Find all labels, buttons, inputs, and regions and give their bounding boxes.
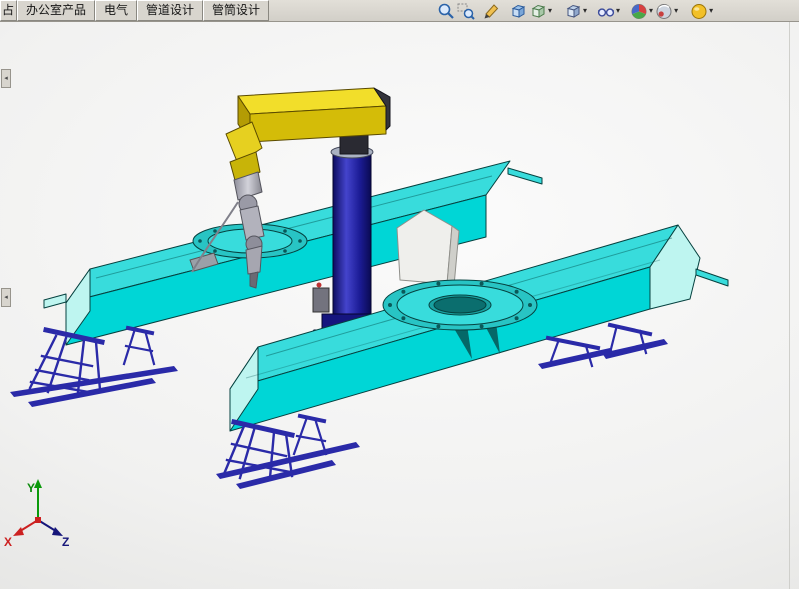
zoom-to-area-button[interactable] [456,1,476,21]
tab-piping-design[interactable]: 管道设计 [137,0,203,21]
command-toolbar: 占 办公室产品 电气 管道设计 管筒设计 [0,0,799,22]
column-motor [313,288,329,312]
apply-scene-button[interactable]: ▾ [654,1,679,21]
view-toolbar: ▾ ▾ ▾ [436,0,714,21]
view-orientation-icon [509,2,527,20]
section-view-button[interactable] [482,1,502,21]
panel-toggle-bottom[interactable]: ◂ [1,288,11,307]
far-beam-fin [508,168,542,184]
zoom-to-area-icon [457,2,475,20]
triad-z-label: Z [62,535,69,549]
tab-office-products[interactable]: 办公室产品 [17,0,95,21]
tab-tubing-design[interactable]: 管筒设计 [203,0,269,21]
view-cube-icon [564,2,582,20]
dropdown-arrow-icon: ▾ [709,7,713,15]
view-settings-icon [690,2,708,20]
trestle-far-left[interactable] [10,330,178,407]
trestle-near-left[interactable] [216,422,360,489]
dropdown-arrow-icon: ▾ [616,7,620,15]
near-beam-ring[interactable] [383,280,537,330]
dropdown-arrow-icon: ▾ [674,7,678,15]
dropdown-arrow-icon: ▾ [583,7,587,15]
apply-scene-icon [655,2,673,20]
tab-electrical[interactable]: 电气 [95,0,137,21]
command-tabs: 占 办公室产品 电气 管道设计 管筒设计 [0,0,269,21]
triad-x-label: X [4,535,12,549]
orientation-triad: Y X Z [4,479,69,549]
view-cube-button[interactable]: ▾ [563,1,588,21]
zoom-to-fit-button[interactable] [436,1,456,21]
near-beam-fin [696,269,728,286]
dropdown-arrow-icon: ▾ [548,7,552,15]
triad-y-label: Y [27,481,35,495]
zoom-to-fit-icon [437,2,455,20]
dropdown-arrow-icon: ▾ [649,7,653,15]
hide-show-items-icon [597,2,615,20]
robot-tool-tip [250,272,258,288]
far-beam-left-fin [44,294,66,308]
viewport-3d[interactable]: Y X Z ◂ ◂ [0,22,799,589]
display-style-button[interactable]: ▾ [528,1,553,21]
edit-appearance-button[interactable]: ▾ [629,1,654,21]
display-style-icon [529,2,547,20]
ring-hole [434,297,486,313]
view-settings-button[interactable]: ▾ [689,1,714,21]
support-near-right-2[interactable] [602,325,668,359]
edit-appearance-icon [630,2,648,20]
cad-window: 占 办公室产品 电气 管道设计 管筒设计 [0,0,799,589]
section-view-icon [483,2,501,20]
trestle-far-mid[interactable] [124,328,154,364]
model-scene[interactable]: Y X Z [0,22,799,589]
hide-show-items-button[interactable]: ▾ [596,1,621,21]
trestle-near-mid[interactable] [294,416,326,454]
view-orientation-button[interactable] [508,1,528,21]
tab-partial[interactable]: 占 [0,0,17,21]
panel-toggle-top[interactable]: ◂ [1,69,11,88]
